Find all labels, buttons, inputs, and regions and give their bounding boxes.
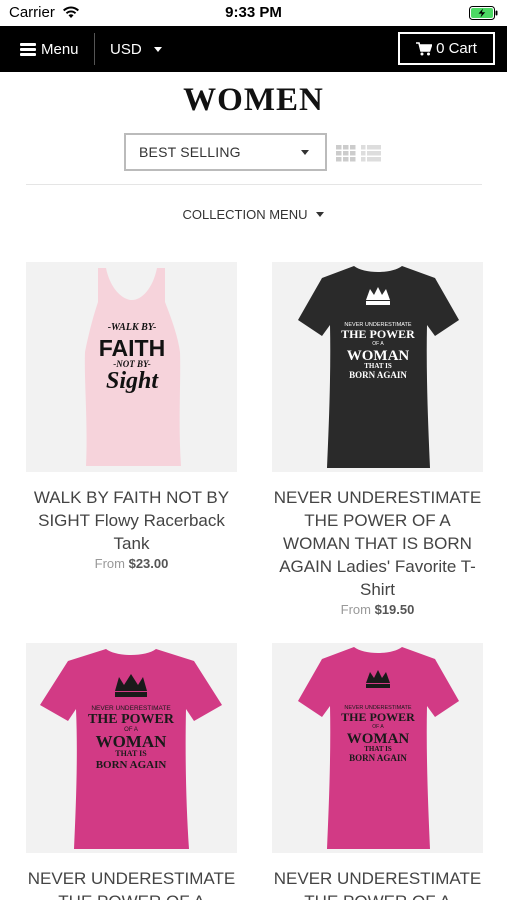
sort-select[interactable]: BEST SELLING [124,133,327,171]
product-image[interactable]: NEVER UNDERESTIMATE THE POWER OF A WOMAN… [272,262,483,472]
svg-text:BORN AGAIN: BORN AGAIN [349,753,407,763]
product-card[interactable]: NEVER UNDERESTIMATE THE POWER OF A WOMAN… [272,262,483,617]
product-price: From $19.50 [340,602,415,617]
svg-text:NEVER UNDERESTIMATE: NEVER UNDERESTIMATE [91,705,171,712]
product-image[interactable]: NEVER UNDERESTIMATE THE POWER OF A WOMAN… [272,643,483,853]
tshirt-image: NEVER UNDERESTIMATE THE POWER OF A WOMAN… [298,266,459,468]
product-image[interactable]: -WALK BY- FAITH -NOT BY- Sight [26,262,237,472]
currency-label: USD [110,40,142,58]
battery-charging-icon [469,6,498,20]
menu-label: Menu [41,40,79,58]
menu-button[interactable]: Menu [20,26,79,72]
status-bar: Carrier 9:33 PM [0,0,507,26]
sort-selected-value: BEST SELLING [139,144,241,160]
product-title[interactable]: WALK BY FAITH NOT BY SIGHT Flowy Racerba… [26,486,237,555]
tank-top-image: -WALK BY- FAITH -NOT BY- Sight [84,268,181,466]
hamburger-icon [20,42,36,56]
svg-text:-WALK BY-: -WALK BY- [108,322,157,333]
svg-text:FAITH: FAITH [99,335,165,361]
product-card[interactable]: NEVER UNDERESTIMATE THE POWER OF A WOMAN… [26,643,237,900]
divider [26,184,482,185]
svg-text:THE POWER: THE POWER [341,710,415,724]
product-image[interactable]: NEVER UNDERESTIMATE THE POWER OF A WOMAN… [26,643,237,853]
svg-text:OF A: OF A [372,724,384,730]
svg-text:Sight: Sight [106,368,159,394]
currency-selector[interactable]: USD [110,26,162,72]
svg-text:THAT IS: THAT IS [364,745,392,753]
cart-icon [416,41,433,55]
top-nav-bar: Menu USD 0 Cart [0,26,507,72]
chevron-down-icon [153,46,162,52]
tshirt-image: NEVER UNDERESTIMATE THE POWER OF A WOMAN… [40,649,222,849]
collection-menu-toggle[interactable]: COLLECTION MENU [0,206,507,222]
list-view-icon[interactable] [361,145,381,162]
tshirt-image: NEVER UNDERESTIMATE THE POWER OF A WOMAN… [298,647,459,849]
svg-text:OF A: OF A [372,341,384,347]
cart-button[interactable]: 0 Cart [398,32,495,65]
svg-text:THAT IS: THAT IS [115,749,147,758]
svg-text:THE POWER: THE POWER [341,327,415,341]
chevron-down-icon [316,212,325,218]
product-title[interactable]: NEVER UNDERESTIMATE THE POWER OF A [272,867,483,900]
svg-text:THE POWER: THE POWER [88,712,175,727]
nav-divider [94,33,95,65]
collection-menu-label: COLLECTION MENU [182,207,308,223]
svg-text:BORN AGAIN: BORN AGAIN [349,370,407,380]
chevron-down-icon [301,150,309,155]
product-card[interactable]: NEVER UNDERESTIMATE THE POWER OF A WOMAN… [272,643,483,900]
product-title[interactable]: NEVER UNDERESTIMATE THE POWER OF A [26,867,237,900]
grid-view-icon[interactable] [336,145,356,162]
svg-text:BORN AGAIN: BORN AGAIN [96,759,167,771]
page-title: WOMEN [183,82,324,118]
product-price: From $23.00 [94,556,169,571]
status-time: 9:33 PM [225,4,282,21]
product-card[interactable]: -WALK BY- FAITH -NOT BY- Sight WALK BY F… [26,262,237,571]
svg-text:THAT IS: THAT IS [364,362,392,370]
cart-label: 0 Cart [436,40,477,57]
product-title[interactable]: NEVER UNDERESTIMATE THE POWER OF A WOMAN… [272,486,483,601]
